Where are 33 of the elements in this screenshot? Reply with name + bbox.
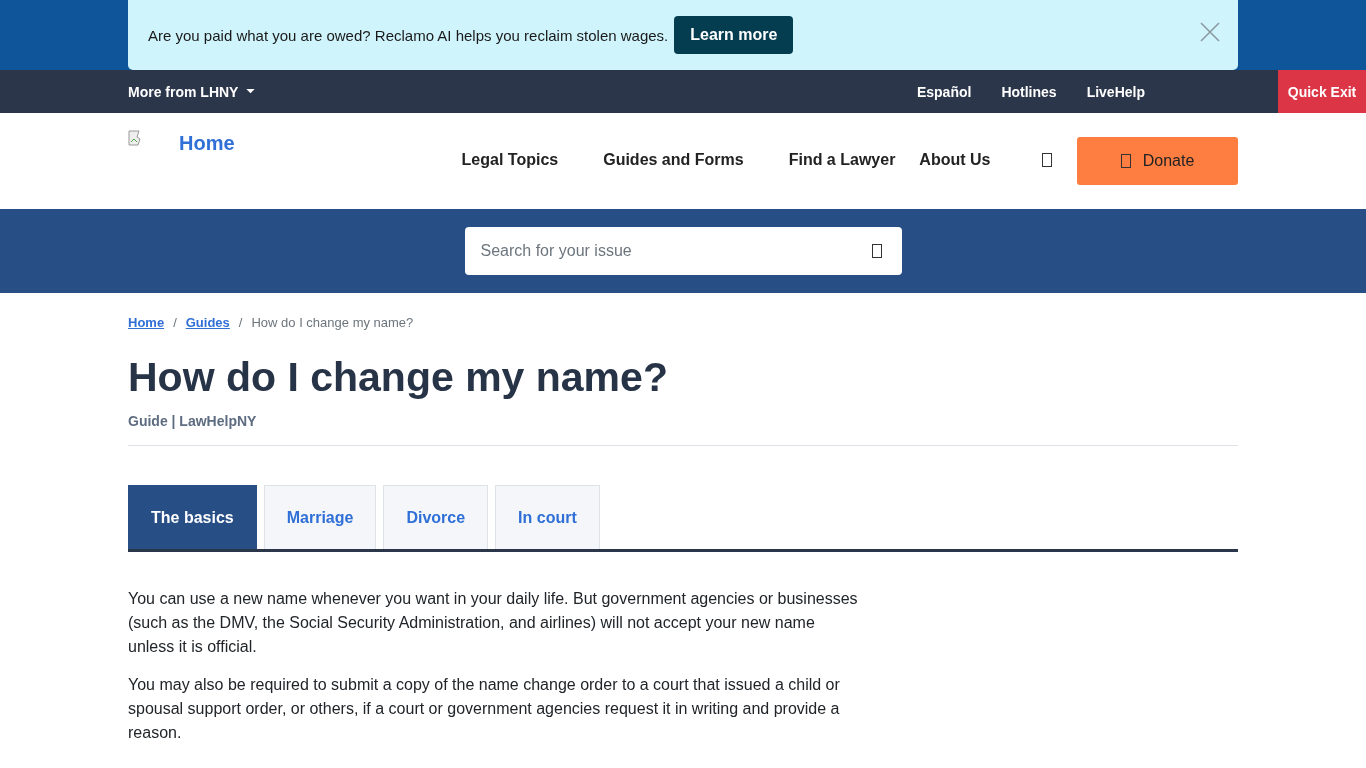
- breadcrumb-separator: /: [238, 315, 243, 330]
- nav-link[interactable]: About Us: [919, 151, 991, 169]
- caret-icon: [246, 89, 256, 94]
- nav-link[interactable]: Find a Lawyer: [788, 151, 896, 169]
- logo-alt-text: Home: [179, 132, 235, 155]
- breadcrumb-separator: /: [173, 315, 177, 330]
- quick-exit-button[interactable]: Quick Exit: [1278, 70, 1366, 113]
- donate-button[interactable]: Donate: [1077, 137, 1238, 185]
- nav-link[interactable]: Legal Topics: [461, 151, 559, 169]
- box-icon[interactable]: [1042, 153, 1053, 167]
- nav-link[interactable]: Guides and Forms: [603, 151, 744, 169]
- utility-link[interactable]: Hotlines: [1001, 83, 1057, 100]
- box-icon: [871, 244, 882, 258]
- page-title: How do I change my name?: [128, 354, 669, 401]
- tab[interactable]: Divorce: [383, 485, 489, 549]
- learn-more-button[interactable]: Learn more: [674, 16, 794, 54]
- breadcrumb-current: How do I change my name?: [251, 315, 414, 330]
- tab[interactable]: Marriage: [263, 485, 377, 549]
- breadcrumb-link[interactable]: Home: [128, 315, 165, 330]
- page-subtitle: Guide | LawHelpNY: [128, 413, 1238, 446]
- body-paragraph: You can use a new name whenever you want in your daily life. But government agencies or businesses (such as the DMV, the Social Security Administration, and airlines) will not accept your new name unless it is official.: [128, 589, 859, 657]
- search-field[interactable]: Search for your issue: [464, 227, 902, 275]
- box-icon: [1120, 154, 1131, 168]
- logo-link[interactable]: Home: [128, 130, 235, 155]
- tab[interactable]: The basics: [128, 485, 257, 549]
- breadcrumb-link[interactable]: Guides: [185, 315, 230, 330]
- tab[interactable]: In court: [495, 485, 600, 549]
- utility-link[interactable]: LiveHelp: [1086, 83, 1145, 100]
- body-paragraph: You may also be required to submit a copy of the name change order to a court that issued a child or spousal support order, or others, if a court or government agencies request it in writing and provide a reason.: [128, 675, 841, 743]
- broken-image-icon: [128, 130, 144, 146]
- utility-link[interactable]: Español: [916, 83, 972, 100]
- more-menu[interactable]: More from LHNY: [128, 83, 256, 100]
- banner-text: Are you paid what you are owed? Reclamo AI helps you reclaim stolen wages.: [148, 26, 669, 44]
